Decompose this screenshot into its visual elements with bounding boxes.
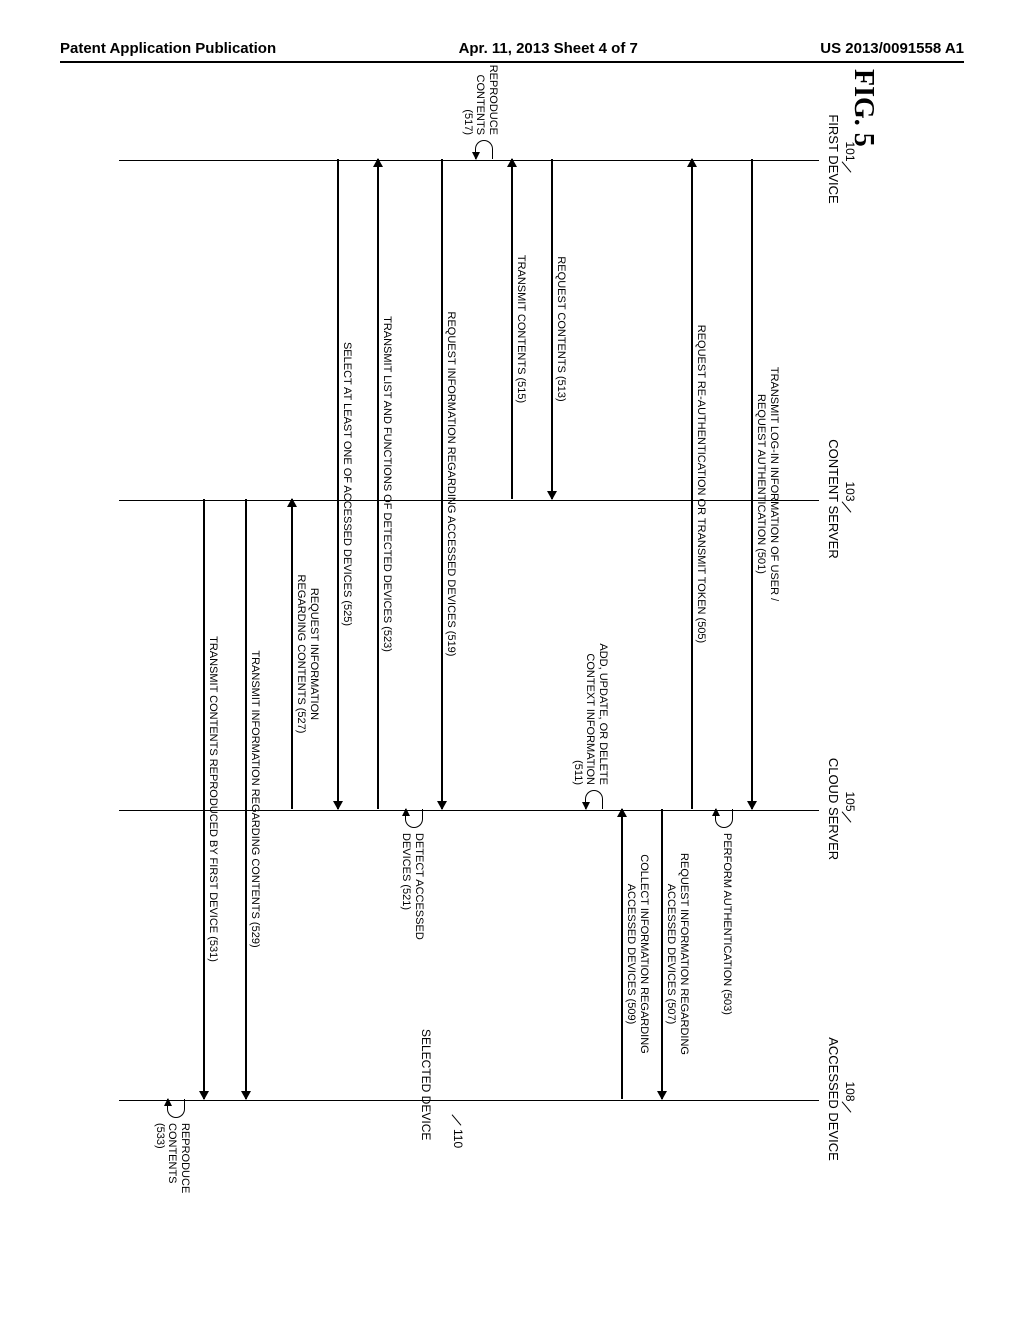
message-529-label: TRANSMIT INFORMATION REGARDING CONTENTS … <box>249 650 262 947</box>
message-501: TRANSMIT LOG-IN INFORMATION OF USER /REQ… <box>752 159 754 809</box>
participant-tag-101: 101 <box>843 142 857 162</box>
page-header: Patent Application Publication Apr. 11, … <box>60 40 964 63</box>
message-523: TRANSMIT LIST AND FUNCTIONS OF DETECTED … <box>378 159 380 809</box>
header-right: US 2013/0091558 A1 <box>820 40 964 57</box>
page: Patent Application Publication Apr. 11, … <box>0 0 1024 1320</box>
participant-name-first-device: FIRST DEVICE <box>826 109 841 209</box>
message-511-label: ADD, UPDATE, OR DELETECONTEXT INFORMATIO… <box>571 643 609 785</box>
participant-name-accessed-device: ACCESSED DEVICE <box>826 1029 841 1169</box>
message-507: REQUEST INFORMATION REGARDINGACCESSED DE… <box>662 809 664 1099</box>
message-513: REQUEST CONTENTS (513) <box>552 159 554 499</box>
figure-rotated-wrapper: FIG. 5 101 FIRST DEVICE 103 CONTENT SERV… <box>81 69 879 1269</box>
participant-tag-105: 105 <box>843 792 857 812</box>
tag-110-text: 110 <box>451 1129 465 1148</box>
header-center: Apr. 11, 2013 Sheet 4 of 7 <box>459 40 638 57</box>
lifeline-content-server <box>119 500 819 501</box>
message-519: REQUEST INFORMATION REGARDING ACCESSED D… <box>442 159 444 809</box>
message-521-label: DETECT ACCESSEDDEVICES (521) <box>400 833 425 940</box>
message-531: TRANSMIT CONTENTS REPRODUCED BY FIRST DE… <box>204 499 206 1099</box>
message-519-label: REQUEST INFORMATION REGARDING ACCESSED D… <box>445 312 458 657</box>
lifeline-first-device <box>119 160 819 161</box>
participant-tag-103: 103 <box>843 482 857 502</box>
participant-name-content-server: CONTENT SERVER <box>826 429 841 569</box>
header-left: Patent Application Publication <box>60 40 276 57</box>
sequence-diagram: 101 FIRST DEVICE 103 CONTENT SERVER 105 … <box>81 69 841 1269</box>
selected-device-label: SELECTED DEVICE <box>419 1029 433 1189</box>
message-515-label: TRANSMIT CONTENTS (515) <box>515 255 528 403</box>
message-515: TRANSMIT CONTENTS (515) <box>512 159 514 499</box>
message-525: SELECT AT LEAST ONE OF ACCESSED DEVICES … <box>338 159 340 809</box>
message-527: REQUEST INFORMATIONREGARDING CONTENTS (5… <box>292 499 294 809</box>
message-507-label: REQUEST INFORMATION REGARDINGACCESSED DE… <box>665 853 690 1055</box>
participant-name-cloud-server: CLOUD SERVER <box>826 749 841 869</box>
message-501-label: TRANSMIT LOG-IN INFORMATION OF USER /REQ… <box>755 367 780 601</box>
message-517-label: REPRODUCECONTENTS(517) <box>461 65 499 135</box>
message-509: COLLECT INFORMATION REGARDINGACCESSED DE… <box>622 809 624 1099</box>
message-533-label: REPRODUCECONTENTS(533) <box>153 1123 191 1193</box>
message-505-label: REQUEST RE-AUTHENTICATION OR TRANSMIT TO… <box>695 325 708 643</box>
message-531-label: TRANSMIT CONTENTS REPRODUCED BY FIRST DE… <box>207 636 220 962</box>
participant-tag-108: 108 <box>843 1082 857 1102</box>
message-505: REQUEST RE-AUTHENTICATION OR TRANSMIT TO… <box>692 159 694 809</box>
message-509-label: COLLECT INFORMATION REGARDINGACCESSED DE… <box>625 854 650 1053</box>
message-523-label: TRANSMIT LIST AND FUNCTIONS OF DETECTED … <box>381 316 394 652</box>
message-525-label: SELECT AT LEAST ONE OF ACCESSED DEVICES … <box>341 342 354 626</box>
lifeline-accessed-device <box>119 1100 819 1101</box>
message-529: TRANSMIT INFORMATION REGARDING CONTENTS … <box>246 499 248 1099</box>
message-503-label: PERFORM AUTHENTICATION (503) <box>720 833 733 1015</box>
tag-110: 110 <box>451 1129 465 1148</box>
message-513-label: REQUEST CONTENTS (513) <box>555 256 568 401</box>
message-527-label: REQUEST INFORMATIONREGARDING CONTENTS (5… <box>295 575 320 734</box>
